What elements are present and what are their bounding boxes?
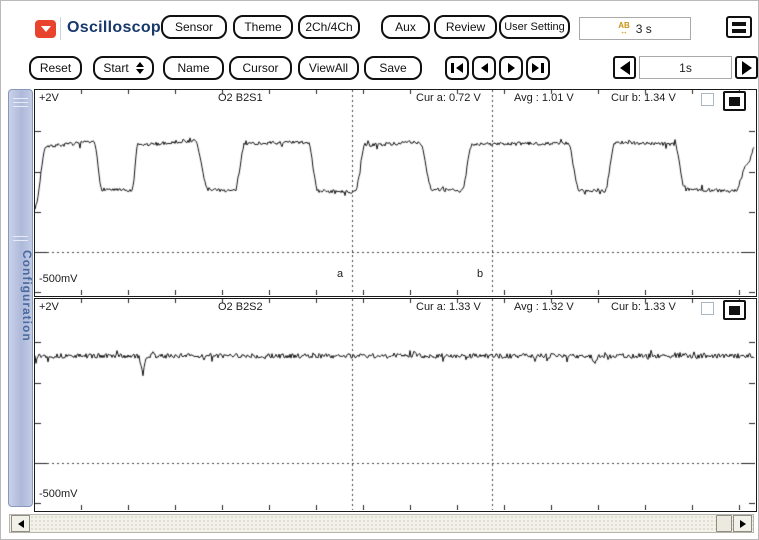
horizontal-scrollbar[interactable] (9, 514, 754, 533)
spinner-updown-icon (136, 62, 144, 74)
skip-to-end-button[interactable] (526, 56, 550, 80)
grip-icon (13, 98, 28, 107)
channel-color-button[interactable] (723, 91, 746, 111)
range-top-label: +2V (39, 301, 59, 313)
step-back-icon (481, 63, 488, 73)
menu-button[interactable] (726, 16, 752, 38)
menu-icon (732, 22, 746, 26)
ab-time-display[interactable]: AB ↔ 3 s (579, 17, 691, 40)
divider (60, 17, 61, 40)
cursor-a-readout: Cur a: 1.33 V (416, 301, 481, 313)
right-arrow-icon (742, 61, 752, 75)
channel-checkbox[interactable] (701, 93, 714, 106)
cursor-a-label[interactable]: a (337, 268, 343, 280)
app-logo-icon[interactable] (35, 20, 56, 38)
skip-to-start-button[interactable] (445, 56, 469, 80)
channel-title: O2 B2S2 (218, 301, 263, 313)
scroll-right-button[interactable] (733, 515, 752, 532)
waveform-canvas-ch2[interactable] (35, 299, 755, 510)
step-forward-icon (508, 63, 515, 73)
range-bottom-label: -500mV (39, 488, 78, 500)
chevron-down-icon (41, 26, 51, 32)
configuration-tab-label: Configuration (9, 250, 34, 342)
timebase-field[interactable]: 1s (639, 56, 732, 79)
right-arrow-icon (740, 520, 746, 528)
grip-icon (13, 236, 28, 241)
solid-square-icon (729, 306, 740, 315)
name-button[interactable]: Name (163, 56, 224, 80)
range-top-label: +2V (39, 92, 59, 104)
solid-square-icon (729, 97, 740, 106)
step-forward-button[interactable] (499, 56, 523, 80)
scroll-left-button[interactable] (11, 515, 30, 532)
cursor-b-label[interactable]: b (477, 268, 483, 280)
timebase-increase-button[interactable] (735, 56, 758, 79)
waveform-canvas-ch1[interactable] (35, 90, 755, 295)
cursor-button[interactable]: Cursor (229, 56, 292, 80)
timebase-decrease-button[interactable] (613, 56, 636, 79)
cursor-b-readout: Cur b: 1.34 V (611, 92, 676, 104)
scope-panel-ch2: +2V O2 B2S2 Cur a: 1.33 V Avg : 1.32 V C… (34, 298, 757, 512)
review-button[interactable]: Review (434, 15, 497, 39)
reset-button[interactable]: Reset (29, 56, 82, 80)
aux-button[interactable]: Aux (381, 15, 430, 39)
page-title: Oscilloscope (67, 19, 170, 37)
scope-panel-ch1: +2V O2 B2S1 Cur a: 0.72 V Avg : 1.01 V C… (34, 89, 757, 297)
skip-to-end-icon (532, 63, 539, 73)
channel-title: O2 B2S1 (218, 92, 263, 104)
viewall-button[interactable]: ViewAll (298, 56, 359, 80)
cursor-a-readout: Cur a: 0.72 V (416, 92, 481, 104)
avg-readout: Avg : 1.01 V (514, 92, 574, 104)
start-button[interactable]: Start (93, 56, 154, 80)
left-arrow-icon (18, 520, 24, 528)
scrollbar-thumb[interactable] (716, 515, 732, 532)
channel-checkbox[interactable] (701, 302, 714, 315)
configuration-tab[interactable]: Configuration (8, 89, 33, 507)
ab-time-value: 3 s (636, 22, 652, 36)
cursor-b-readout: Cur b: 1.33 V (611, 301, 676, 313)
range-bottom-label: -500mV (39, 273, 78, 285)
skip-to-start-icon (451, 63, 454, 73)
theme-button[interactable]: Theme (233, 15, 293, 39)
left-arrow-icon (620, 61, 630, 75)
user-setting-button[interactable]: User Setting (499, 15, 570, 39)
channel-color-button[interactable] (723, 300, 746, 320)
oscilloscope-window: Oscilloscope Sensor Theme 2Ch/4Ch Aux Re… (0, 0, 759, 540)
save-button[interactable]: Save (364, 56, 422, 80)
avg-readout: Avg : 1.32 V (514, 301, 574, 313)
step-back-button[interactable] (472, 56, 496, 80)
channel-mode-button[interactable]: 2Ch/4Ch (298, 15, 360, 39)
sensor-button[interactable]: Sensor (161, 15, 227, 39)
ab-cursor-icon: AB ↔ (618, 23, 630, 35)
